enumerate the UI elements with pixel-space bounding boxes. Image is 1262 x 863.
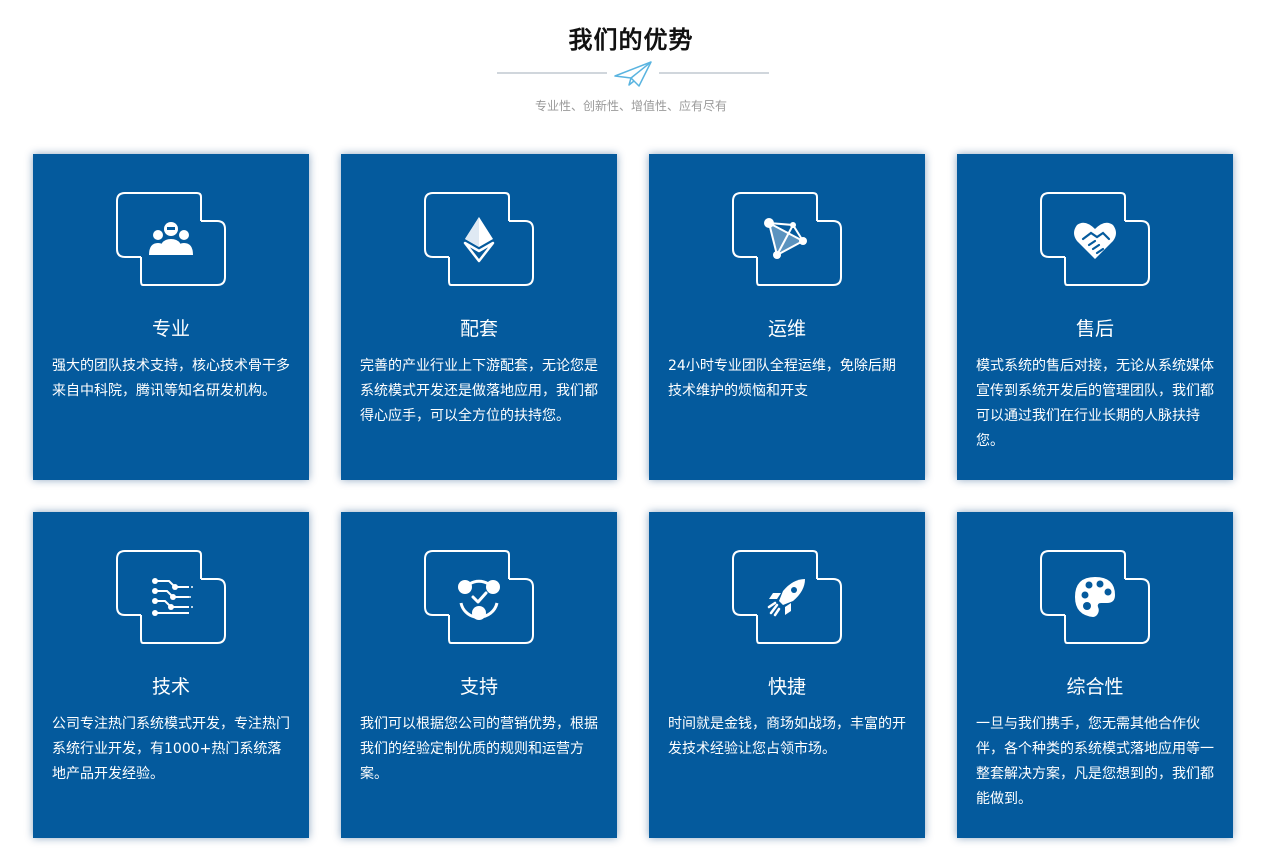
card-title: 支持: [459, 676, 498, 698]
support-cycle-icon: [458, 579, 500, 620]
rocket-icon: [767, 579, 805, 617]
advantage-card-professional[interactable]: 专业 强大的团队技术支持，核心技术骨干多来自中科院，腾讯等知名研发机构。: [33, 154, 309, 480]
section-header: 我们的优势 专业性、创新性、增值性、应有尽有: [0, 0, 1262, 140]
card-icon-frame: [115, 549, 227, 645]
advantage-card-fast[interactable]: 快捷 时间就是金钱，商场如战场，丰富的开发技术经验让您占领市场。: [649, 512, 925, 838]
card-description: 公司专注热门系统模式开发，专注热门系统行业开发，有1000+热门系统落地产品开发…: [52, 716, 290, 782]
card-icon-frame: [115, 191, 227, 287]
divider-line-left: [497, 72, 607, 74]
card-title: 快捷: [767, 676, 806, 698]
title-divider: [497, 60, 769, 90]
handshake-heart-icon: [1074, 222, 1116, 259]
advantage-card-technology[interactable]: 技术 公司专注热门系统模式开发，专注热门系统行业开发，有1000+热门系统落地产…: [33, 512, 309, 838]
card-title: 技术: [151, 676, 190, 698]
card-icon-frame: [1039, 191, 1151, 287]
card-icon-frame: [731, 191, 843, 287]
advantage-card-after-sales[interactable]: 售后 模式系统的售后对接，无论从系统媒体宣传到系统开发后的管理团队，我们都可以通…: [957, 154, 1233, 480]
card-description: 模式系统的售后对接，无论从系统媒体宣传到系统开发后的管理团队，我们都可以通过我们…: [976, 358, 1214, 449]
advantage-card-supporting[interactable]: 配套 完善的产业行业上下游配套，无论您是系统模式开发还是做落地应用，我们都得心应…: [341, 154, 617, 480]
card-title: 售后: [1075, 318, 1114, 340]
card-title: 配套: [459, 318, 498, 340]
section-subtitle: 专业性、创新性、增值性、应有尽有: [534, 99, 727, 113]
card-description: 一旦与我们携手，您无需其他合作伙伴，各个种类的系统模式落地应用等一整套解决方案，…: [976, 716, 1214, 807]
card-title: 专业: [151, 318, 190, 340]
divider-line-right: [659, 72, 769, 74]
card-icon-frame: [1039, 549, 1151, 645]
palette-icon: [1075, 577, 1115, 617]
card-description: 完善的产业行业上下游配套，无论您是系统模式开发还是做落地应用，我们都得心应手，可…: [360, 358, 598, 424]
card-title: 综合性: [1066, 676, 1124, 698]
ethereum-icon: [463, 217, 495, 263]
advantage-card-support[interactable]: 支持 我们可以根据您公司的营销优势，根据我们的经验定制优质的规则和运营方案。: [341, 512, 617, 838]
advantage-card-comprehensive[interactable]: 综合性 一旦与我们携手，您无需其他合作伙伴，各个种类的系统模式落地应用等一整套解…: [957, 512, 1233, 838]
page: 我们的优势 专业性、创新性、增值性、应有尽有 专业 强大的团队技术支持，核心技术…: [0, 0, 1262, 863]
card-icon-frame: [731, 549, 843, 645]
card-title: 运维: [767, 318, 806, 340]
advantage-card-operations[interactable]: 运维 24小时专业团队全程运维，免除后期技术维护的烦恼和开支: [649, 154, 925, 480]
card-description: 时间就是金钱，商场如战场，丰富的开发技术经验让您占领市场。: [668, 716, 906, 757]
paper-plane-icon: [614, 61, 652, 87]
card-icon-frame: [423, 549, 535, 645]
network-icon: [764, 218, 807, 259]
circuit-icon: [152, 578, 193, 616]
section-title: 我们的优势: [568, 26, 694, 54]
team-icon: [149, 222, 193, 255]
card-description: 强大的团队技术支持，核心技术骨干多来自中科院，腾讯等知名研发机构。: [52, 358, 290, 399]
card-description: 我们可以根据您公司的营销优势，根据我们的经验定制优质的规则和运营方案。: [360, 716, 598, 782]
card-icon-frame: [423, 191, 535, 287]
card-description: 24小时专业团队全程运维，免除后期技术维护的烦恼和开支: [668, 358, 896, 399]
